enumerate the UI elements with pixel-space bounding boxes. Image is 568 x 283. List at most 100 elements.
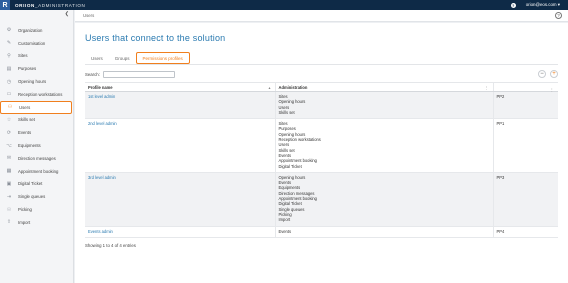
- add-profile-button[interactable]: +: [550, 70, 558, 78]
- breadcrumb-current: Users: [83, 13, 95, 18]
- sidebar-icon: ⚙: [6, 27, 12, 34]
- sidebar-item-digital-ticket[interactable]: ▣ Digital Ticket: [0, 178, 73, 191]
- sidebar-item-label: Events: [18, 130, 32, 136]
- sidebar-item-label: Equipments: [18, 143, 41, 149]
- column-header-administration[interactable]: Administration ⋮: [274, 82, 493, 92]
- sidebar-icon: ✉: [6, 155, 12, 162]
- sidebar-item-label: Import: [18, 219, 31, 225]
- sidebar-item-label: Reception workstations: [18, 91, 63, 97]
- table-header-row: Profile name ▴ Administration ⋮ ⋮: [85, 82, 558, 92]
- collapse-sidebar-icon[interactable]: ❮: [65, 11, 69, 17]
- profile-code: PP3: [492, 172, 558, 227]
- sidebar-item-label: Single queues: [18, 194, 46, 200]
- sidebar-item-equipments[interactable]: ⌥ Equipments: [0, 139, 73, 152]
- column-menu-icon[interactable]: ⋮: [550, 87, 554, 92]
- profile-code: PP1: [492, 118, 558, 173]
- administration-item: Skills set: [278, 109, 295, 115]
- search-row: Search: − +: [85, 69, 558, 79]
- sidebar-item-label: Skills set: [18, 117, 35, 123]
- tab-users[interactable]: Users: [85, 52, 109, 64]
- main-content: Users that connect to the solution Users…: [75, 23, 568, 283]
- sidebar-item-customisation[interactable]: ✎ Customisation: [0, 37, 73, 50]
- sidebar-item-label: Customisation: [18, 40, 46, 46]
- sidebar-icon: ⟳: [6, 129, 12, 136]
- user-menu[interactable]: orion@eos.com ▾: [526, 2, 560, 8]
- tab-permissions-profiles[interactable]: Permissions profiles: [135, 52, 190, 64]
- remove-profile-button[interactable]: −: [538, 70, 546, 78]
- column-header-label: Profile name: [88, 84, 113, 90]
- sidebar-item-label: Users: [19, 104, 31, 110]
- sidebar-item-events[interactable]: ⟳ Events: [0, 126, 73, 139]
- sidebar-item-picking[interactable]: ☉ Picking: [0, 203, 73, 216]
- sidebar-icon: ✎: [6, 40, 12, 47]
- top-bar: R ORIION_ADMINISTRATION ? orion@eos.com …: [0, 0, 568, 10]
- profile-name-link[interactable]: 1st level admin: [85, 91, 275, 120]
- sidebar-icon: ☉: [6, 206, 12, 213]
- table-row[interactable]: 1st level admin Sites Opening hours Users Sk…: [85, 91, 558, 120]
- sidebar-icon: ▦: [6, 168, 12, 175]
- profile-code: PP2: [492, 91, 558, 120]
- sidebar-item-label: Digital Ticket: [18, 181, 43, 187]
- column-header-profile-name[interactable]: Profile name ▴: [85, 82, 275, 92]
- tab-groups[interactable]: Groups: [109, 52, 136, 64]
- sidebar-icon: ⚲: [7, 52, 11, 59]
- sidebar-item-organization[interactable]: ⚙ Organization: [0, 24, 73, 37]
- table-row[interactable]: 3rd level admin Opening hours Events Equipm…: [85, 172, 558, 227]
- sidebar-icon: ◷: [6, 78, 12, 85]
- table-row[interactable]: Events admin Events PP4: [85, 226, 558, 238]
- sidebar-item-appointment-booking[interactable]: ▦ Appointment booking: [0, 165, 73, 178]
- page-title: Users that connect to the solution: [85, 33, 226, 43]
- search-label: Search:: [85, 71, 100, 77]
- sidebar-icon: ☆: [6, 116, 12, 123]
- sidebar-item-label: Appointment booking: [18, 168, 59, 174]
- help-menu-icon[interactable]: ?: [510, 2, 516, 8]
- profile-name-link[interactable]: 2nd level admin: [85, 118, 275, 173]
- sidebar-item-users[interactable]: ⚇ Users: [0, 100, 72, 114]
- administration-cell: Events: [274, 226, 493, 238]
- sort-icon[interactable]: ▴: [268, 85, 270, 90]
- column-menu-icon[interactable]: ⋮: [484, 85, 488, 90]
- app-logo: R: [0, 0, 10, 10]
- sidebar-icon: ▭: [6, 91, 12, 98]
- sidebar-icon: ▤: [6, 65, 12, 72]
- app-title: ORIION_ADMINISTRATION: [15, 3, 85, 8]
- administration-item: Events: [278, 228, 292, 234]
- app-title-bold: ORIION: [15, 2, 35, 8]
- profile-code: PP4: [492, 226, 558, 238]
- search-input[interactable]: [102, 70, 175, 78]
- sidebar-item-label: Direction messages: [18, 155, 56, 161]
- help-icon[interactable]: ?: [555, 12, 562, 19]
- column-header-code[interactable]: ⋮: [492, 82, 558, 92]
- permissions-table: Profile name ▴ Administration ⋮ ⋮ 1st leve…: [85, 82, 558, 238]
- administration-item: Import: [278, 217, 291, 223]
- column-header-label: Administration: [278, 84, 308, 90]
- sidebar-item-reception-workstations[interactable]: ▭ Reception workstations: [0, 88, 73, 101]
- sidebar-item-purposes[interactable]: ▤ Purposes: [0, 62, 73, 75]
- sidebar: ❮ ⚙ Organization ✎ Customisation ⚲ Sites ▤ Purp…: [0, 10, 74, 283]
- sidebar-icon: ⌥: [6, 142, 12, 149]
- sidebar-item-skills-set[interactable]: ☆ Skills set: [0, 114, 73, 127]
- sidebar-item-sites[interactable]: ⚲ Sites: [0, 50, 73, 63]
- sidebar-menu: ⚙ Organization ✎ Customisation ⚲ Sites ▤ Purpos…: [0, 24, 73, 229]
- user-email: orion@eos.com: [525, 2, 557, 7]
- sidebar-item-single-queues[interactable]: ⇥ Single queues: [0, 190, 73, 203]
- table-row[interactable]: 2nd level admin Sites Purposes Opening hour…: [85, 118, 558, 173]
- sidebar-item-opening-hours[interactable]: ◷ Opening hours: [0, 75, 73, 88]
- sidebar-icon: ▣: [6, 180, 12, 187]
- sidebar-item-import[interactable]: ⇧ Import: [0, 216, 73, 229]
- administration-cell: Sites Purposes Opening hours Reception work…: [274, 118, 493, 173]
- sidebar-item-label: Purposes: [18, 66, 37, 72]
- sidebar-icon: ⚇: [7, 104, 13, 111]
- sidebar-item-direction-messages[interactable]: ✉ Direction messages: [0, 152, 73, 165]
- breadcrumb: Users ?: [75, 10, 568, 22]
- administration-cell: Sites Opening hours Users Skills set: [274, 91, 493, 120]
- sidebar-item-label: Picking: [18, 207, 32, 213]
- app-title-light: _ADMINISTRATION: [34, 2, 86, 8]
- sidebar-item-label: Opening hours: [18, 79, 47, 85]
- sidebar-item-label: Organization: [18, 27, 43, 33]
- profile-name-link[interactable]: Events admin: [85, 226, 275, 238]
- administration-item: Digital Ticket: [278, 163, 302, 169]
- table-info: Showing 1 to 4 of 4 entries: [85, 242, 136, 248]
- sidebar-icon: ⇥: [6, 193, 12, 200]
- profile-name-link[interactable]: 3rd level admin: [85, 172, 275, 227]
